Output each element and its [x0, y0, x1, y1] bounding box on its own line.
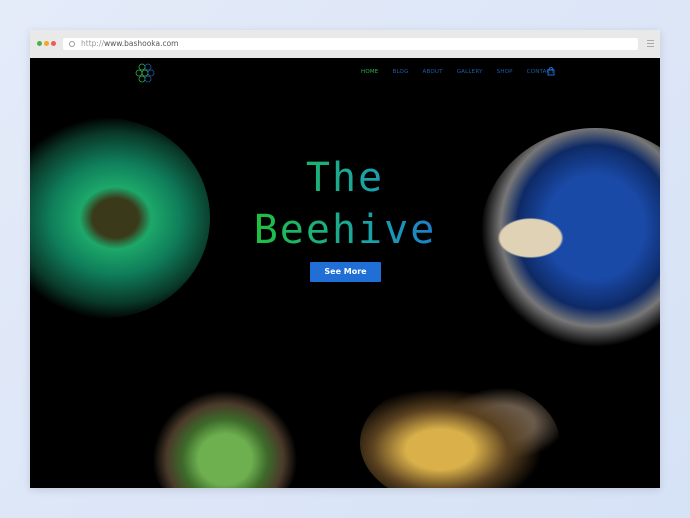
hexagon-logo-icon[interactable] — [134, 62, 156, 84]
nav-about[interactable]: ABOUT — [423, 69, 443, 75]
green-bee-face-image — [150, 388, 300, 488]
see-more-button[interactable]: See More — [310, 262, 381, 282]
window-control-red[interactable] — [51, 41, 56, 46]
nav-shop[interactable]: SHOP — [497, 69, 513, 75]
main-nav: HOME BLOG ABOUT GALLERY SHOP CONTACT — [361, 69, 568, 75]
bumblebee-image — [360, 378, 560, 488]
browser-window: http://www.bashooka.com HOME BLOG ABOUT … — [30, 30, 660, 488]
nav-blog[interactable]: BLOG — [393, 69, 409, 75]
hero-title-line1: The — [30, 156, 660, 200]
hero-title-line2: Beehive — [30, 208, 660, 252]
address-bar[interactable]: http://www.bashooka.com — [63, 38, 638, 50]
window-control-yellow[interactable] — [44, 41, 49, 46]
browser-titlebar: http://www.bashooka.com — [30, 30, 660, 58]
webpage: HOME BLOG ABOUT GALLERY SHOP CONTACT The… — [30, 58, 660, 488]
browser-menu-icon[interactable] — [647, 40, 654, 49]
url-prefix: http:// — [81, 39, 104, 48]
nav-gallery[interactable]: GALLERY — [457, 69, 483, 75]
shopping-bag-icon[interactable] — [547, 67, 555, 76]
url-domain: www.bashooka.com — [103, 39, 179, 48]
nav-home[interactable]: HOME — [361, 69, 379, 75]
window-control-green[interactable] — [37, 41, 42, 46]
reload-icon[interactable] — [69, 41, 75, 47]
